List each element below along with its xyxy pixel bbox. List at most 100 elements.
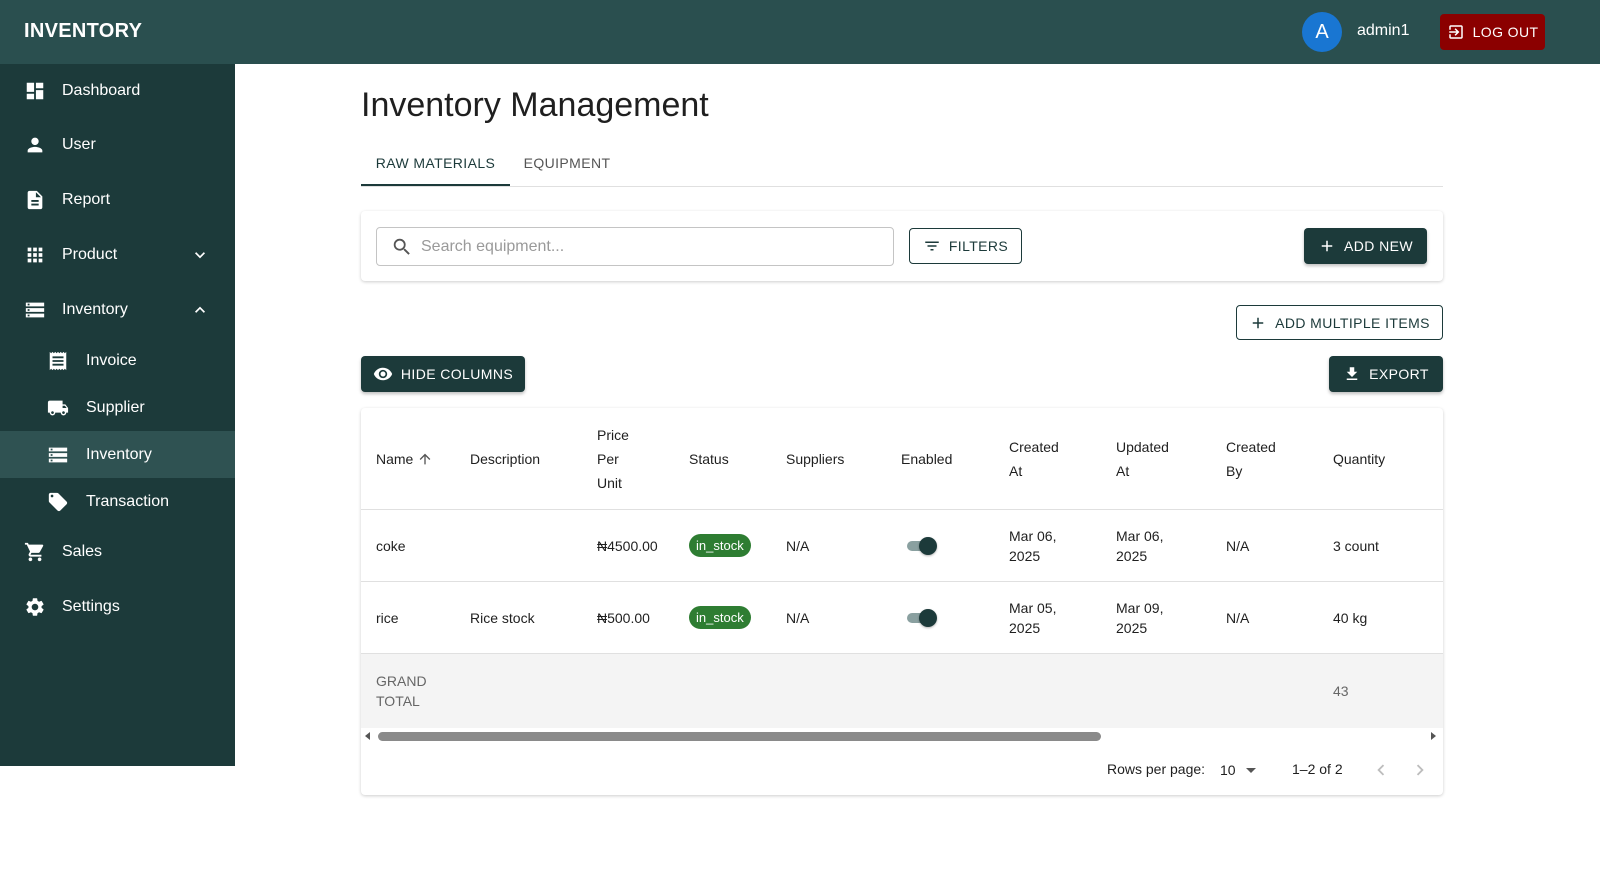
scroll-left-icon[interactable]: [365, 732, 370, 740]
cell-created-by: N/A: [1226, 609, 1250, 626]
total-label-line: GRAND: [376, 673, 427, 689]
cell-quantity: 3 count: [1333, 537, 1379, 554]
sidebar-item-label: Report: [62, 191, 111, 208]
sidebar-subitem-inventory[interactable]: Inventory: [0, 431, 235, 478]
storage-icon: [24, 299, 46, 321]
download-icon: [1346, 367, 1358, 380]
cell-description: Rice stock: [470, 609, 535, 626]
chevron-right-icon: [1416, 764, 1424, 776]
sidebar-item-sales[interactable]: Sales: [0, 525, 235, 579]
filter-icon: [925, 241, 939, 251]
chevron-left-icon: [1377, 764, 1385, 776]
date-line: 2025: [1116, 619, 1148, 636]
cart-icon: [24, 541, 46, 563]
hide-columns-button[interactable]: HIDE COLUMNS: [361, 356, 525, 392]
column-header-line: Created: [1009, 439, 1059, 455]
sidebar-item-settings[interactable]: Settings: [0, 580, 235, 634]
cell-enabled: [907, 582, 937, 653]
tab-indicator: [361, 184, 510, 186]
column-header-price[interactable]: Price Per Unit: [597, 408, 629, 510]
caret-down-icon: [1245, 767, 1256, 773]
cell-status: in_stock: [689, 510, 751, 581]
hide-columns-label: HIDE COLUMNS: [400, 366, 514, 382]
date-line: 2025: [1009, 619, 1041, 636]
column-header-description[interactable]: Description: [470, 408, 540, 510]
pagination: Rows per page: 10 1–2 of 2: [361, 745, 1443, 795]
cell-created-at: Mar 06, 2025: [1009, 510, 1056, 581]
sidebar-item-user[interactable]: User: [0, 118, 235, 172]
sidebar-item-inventory[interactable]: Inventory: [0, 283, 235, 337]
cell-name: coke: [376, 537, 406, 554]
column-header-line: By: [1226, 463, 1243, 479]
sidebar-item-label: Settings: [62, 598, 120, 615]
sidebar-subitem-invoice[interactable]: Invoice: [0, 337, 235, 384]
cell-name: rice: [376, 609, 399, 626]
toolbar-card: FILTERS ADD NEW: [361, 211, 1443, 281]
chevron-down-icon[interactable]: [190, 245, 210, 265]
dashboard-icon: [24, 80, 46, 102]
chevron-up-icon[interactable]: [190, 300, 210, 320]
enabled-toggle[interactable]: [907, 608, 937, 628]
status-badge: in_stock: [689, 606, 751, 629]
rows-per-page-select[interactable]: 10: [1220, 759, 1260, 781]
table-row[interactable]: rice Rice stock ₦500.00 in_stock N/A Mar…: [361, 582, 1443, 654]
column-header-status[interactable]: Status: [689, 408, 729, 510]
date-line: Mar 06,: [1009, 527, 1057, 544]
logout-icon: [1448, 25, 1463, 39]
receipt-icon: [47, 350, 69, 372]
horizontal-scrollbar[interactable]: [361, 728, 1443, 745]
storage-icon: [47, 444, 69, 466]
column-header-created-by[interactable]: Created By: [1226, 408, 1276, 510]
add-new-label: ADD NEW: [1344, 238, 1413, 254]
arrow-up-icon[interactable]: [417, 451, 433, 467]
search-box: [376, 227, 894, 266]
logout-button[interactable]: LOG OUT: [1440, 14, 1545, 50]
column-header-name[interactable]: Name: [376, 408, 433, 510]
apps-grid-icon: [24, 244, 46, 266]
filters-button[interactable]: FILTERS: [909, 228, 1022, 264]
cell-updated-at: Mar 06, 2025: [1116, 510, 1163, 581]
sidebar-item-report[interactable]: Report: [0, 173, 235, 227]
plus-icon: [1252, 317, 1264, 328]
table-row[interactable]: coke ₦4500.00 in_stock N/A Mar 06, 2025 M…: [361, 510, 1443, 582]
sidebar-item-product[interactable]: Product: [0, 228, 235, 282]
sidebar-item-label: Dashboard: [62, 82, 141, 99]
add-multiple-items-button[interactable]: ADD MULTIPLE ITEMS: [1236, 305, 1443, 340]
scrollbar-thumb[interactable]: [378, 732, 1101, 741]
column-header-created-at[interactable]: Created At: [1009, 408, 1059, 510]
column-header-updated-at[interactable]: Updated At: [1116, 408, 1169, 510]
column-header-line: At: [1116, 463, 1130, 479]
tab-raw-materials[interactable]: RAW MATERIALS: [361, 140, 510, 186]
sidebar-subitem-transaction[interactable]: Transaction: [0, 478, 235, 525]
sidebar-subitem-label: Supplier: [86, 398, 145, 416]
rows-per-page-value: 10: [1220, 762, 1236, 778]
tag-icon: [47, 491, 69, 513]
column-header-suppliers[interactable]: Suppliers: [786, 408, 844, 510]
sidebar: Dashboard User Report Product Inventory …: [0, 64, 235, 766]
export-button[interactable]: EXPORT: [1329, 356, 1443, 392]
rows-per-page-label: Rows per page:: [1107, 761, 1206, 777]
brand-title: INVENTORY: [24, 20, 143, 42]
column-header-label: Name: [376, 451, 414, 467]
add-new-button[interactable]: ADD NEW: [1304, 228, 1427, 264]
page-title: Inventory Management: [361, 86, 709, 124]
cell-enabled: [907, 510, 937, 581]
eye-icon: [373, 367, 393, 381]
total-label-line: TOTAL: [376, 693, 420, 709]
status-badge: in_stock: [689, 534, 751, 557]
sidebar-subitem-label: Transaction: [86, 492, 169, 510]
scroll-right-icon[interactable]: [1431, 732, 1436, 740]
search-input[interactable]: [421, 231, 881, 262]
sidebar-subitem-supplier[interactable]: Supplier: [0, 384, 235, 431]
sidebar-item-dashboard[interactable]: Dashboard: [0, 64, 235, 118]
column-header-quantity[interactable]: Quantity: [1333, 408, 1385, 510]
tab-equipment[interactable]: EQUIPMENT: [510, 140, 624, 186]
column-header-enabled[interactable]: Enabled: [901, 408, 952, 510]
next-page-button[interactable]: [1407, 757, 1433, 783]
previous-page-button[interactable]: [1368, 757, 1394, 783]
search-icon: [393, 238, 410, 255]
date-line: 2025: [1009, 547, 1041, 564]
avatar[interactable]: A: [1302, 12, 1342, 52]
column-header-line: Per: [597, 451, 619, 467]
enabled-toggle[interactable]: [907, 536, 937, 556]
